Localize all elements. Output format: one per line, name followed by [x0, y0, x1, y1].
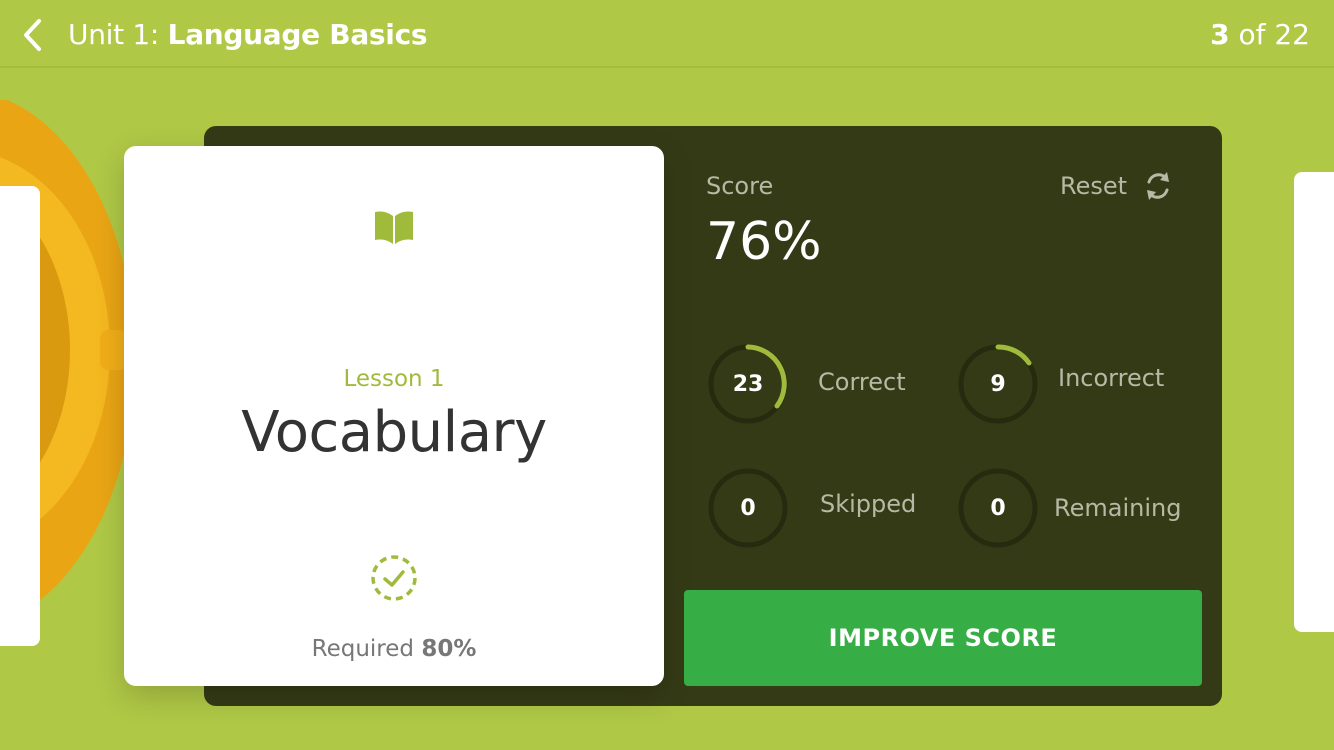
lesson-card[interactable]: Lesson 1 Vocabulary Required 80% [124, 146, 664, 686]
back-button[interactable] [14, 14, 50, 56]
score-label: Score [706, 172, 774, 200]
required-score: Required 80% [124, 636, 664, 662]
required-label: Required [311, 636, 414, 662]
incorrect-label: Incorrect [1058, 364, 1165, 392]
page-current: 3 [1210, 18, 1230, 51]
incorrect-count: 9 [990, 371, 1006, 397]
remaining-count: 0 [990, 495, 1006, 521]
previous-lesson-card[interactable] [0, 186, 40, 646]
skipped-count: 0 [740, 495, 756, 521]
unit-name: Language Basics [167, 18, 428, 51]
score-value: 76% [706, 212, 822, 272]
improve-score-button[interactable]: IMPROVE SCORE [684, 590, 1202, 686]
stat-skipped: 0 Skipped [706, 466, 936, 550]
unit-prefix: Unit 1: [68, 18, 160, 51]
page-counter: 3 of 22 [1210, 18, 1310, 51]
next-lesson-card[interactable] [1294, 172, 1334, 632]
correct-count: 23 [732, 371, 764, 397]
stat-correct: 23 Correct [706, 342, 936, 426]
stat-remaining: 0 Remaining [956, 466, 1186, 550]
page-total: of 22 [1238, 18, 1310, 51]
back-chevron-icon [24, 19, 41, 51]
reset-label: Reset [1060, 172, 1128, 200]
refresh-icon [1147, 172, 1170, 200]
correct-label: Correct [818, 368, 906, 396]
unit-title: Unit 1: Language Basics [68, 18, 428, 51]
stat-incorrect: 9 Incorrect [956, 342, 1186, 426]
check-dashed-circle-icon [371, 555, 417, 601]
top-bar: Unit 1: Language Basics 3 of 22 [0, 0, 1334, 68]
reset-button[interactable]: Reset [1060, 166, 1175, 206]
remaining-label: Remaining [1054, 494, 1182, 522]
required-value: 80% [421, 636, 477, 662]
lesson-title: Vocabulary [241, 400, 547, 465]
skipped-label: Skipped [820, 490, 917, 518]
book-icon [375, 211, 413, 244]
lesson-number: Lesson 1 [343, 366, 445, 392]
